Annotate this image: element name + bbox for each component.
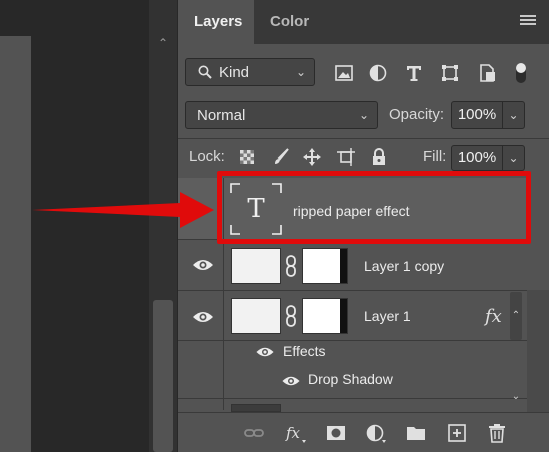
svg-text:fx: fx [285,424,301,442]
lock-image-pixels-icon[interactable] [271,147,291,167]
adjustment-filter-icon[interactable] [367,62,389,84]
chevron-down-icon: ⌄ [295,65,306,79]
divider [178,398,527,399]
add-mask-icon[interactable] [325,422,347,444]
divider [178,138,549,139]
collapse-effects-chevron-icon[interactable]: ⌃ [511,311,521,321]
lock-all-icon[interactable] [369,147,389,167]
layer-mask-thumbnail[interactable] [302,298,348,334]
smart-object-filter-icon[interactable] [476,62,498,84]
search-icon [198,65,212,79]
shape-filter-icon[interactable] [439,62,461,84]
lock-transparent-pixels-icon[interactable] [237,147,257,167]
blend-mode-value: Normal [197,107,246,124]
document-canvas[interactable] [0,36,31,452]
mask-link-chain-icon[interactable] [285,305,297,327]
new-layer-icon[interactable] [446,422,468,444]
eye-icon[interactable] [281,375,301,387]
layer-kind-filter-select[interactable]: Kind ⌄ [185,58,315,86]
filter-toggle-icon[interactable] [513,59,529,87]
blend-mode-select[interactable]: Normal ⌄ [185,101,378,129]
type-filter-icon[interactable] [403,62,425,84]
hamburger-menu-icon[interactable] [520,15,536,29]
tab-layers[interactable]: Layers [178,0,254,44]
fill-label: Fill: [423,148,447,165]
opacity-label: Opacity: [389,106,445,123]
annotation-arrow-icon [32,192,214,228]
layer-thumbnail [231,298,281,334]
scroll-up-arrow-icon[interactable]: ⌃ [156,36,170,50]
visibility-column [178,291,224,410]
group-folder-icon[interactable] [405,422,427,444]
scroll-down-arrow-icon[interactable]: ⌄ [511,392,521,402]
lock-position-icon[interactable] [302,147,322,167]
link-layers-icon[interactable] [243,422,265,444]
opacity-dropdown-chevron-icon[interactable]: ⌄ [503,101,525,129]
adjustment-layer-icon[interactable] [365,422,387,444]
pixel-filter-icon[interactable] [333,62,355,84]
layer-list-scrollbar[interactable] [527,290,549,412]
add-style-icon[interactable]: fx [285,422,307,444]
eye-icon[interactable] [255,346,275,358]
effects-label[interactable]: Effects [283,343,326,359]
document-scroll-thumb[interactable] [153,300,173,452]
annotation-highlight-box [217,171,531,244]
layer-thumbnail [231,404,281,412]
eye-icon[interactable] [192,258,214,272]
layer-name[interactable]: Layer 1 [364,308,411,324]
tab-color[interactable]: Color [254,0,324,44]
lock-artboard-icon[interactable] [336,147,356,167]
opacity-input[interactable]: 100% [451,101,503,129]
mask-link-chain-icon[interactable] [285,255,297,277]
effect-name[interactable]: Drop Shadow [308,371,393,387]
layer-thumbnail [231,248,281,284]
delete-layer-icon[interactable] [486,422,508,444]
fill-dropdown-chevron-icon[interactable]: ⌄ [503,145,525,171]
layer-mask-thumbnail[interactable] [302,248,348,284]
fx-indicator[interactable]: fx [485,306,502,327]
kind-label: Kind [219,64,250,81]
eye-icon[interactable] [192,310,214,324]
fill-input[interactable]: 100% [451,145,503,171]
layer-name[interactable]: Layer 1 copy [364,258,444,274]
chevron-down-icon: ⌄ [358,108,369,122]
lock-label: Lock: [189,148,225,165]
